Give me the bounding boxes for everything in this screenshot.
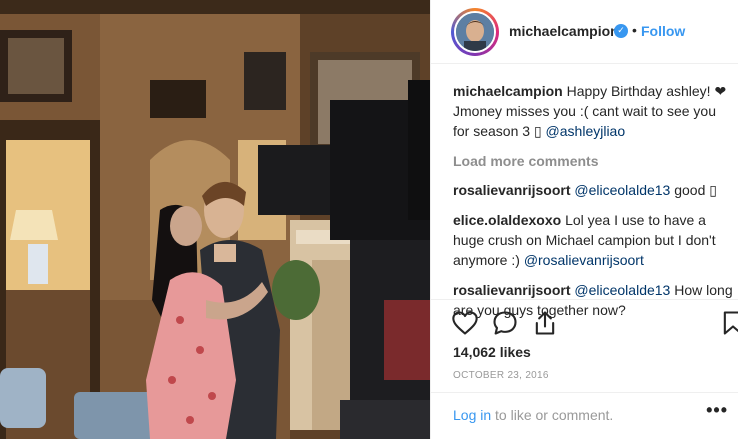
- comment-username[interactable]: elice.olaldexoxo: [453, 212, 561, 228]
- post-side-panel: michaelcampion ✓ • Follow michaelcampion…: [430, 0, 738, 439]
- comment-icon[interactable]: [491, 309, 519, 337]
- post-date: OCTOBER 23, 2016: [453, 370, 549, 381]
- more-options-icon[interactable]: •••: [706, 400, 728, 421]
- post-username[interactable]: michaelcampion: [509, 23, 619, 39]
- follow-button[interactable]: Follow: [641, 23, 685, 39]
- action-bar: [451, 307, 738, 339]
- comment-item: rosalievanrijsoort @eliceolalde13 good ▯: [453, 180, 733, 200]
- caption-mention[interactable]: @ashleyjliao: [546, 123, 626, 139]
- verified-badge-icon: ✓: [614, 24, 628, 38]
- avatar[interactable]: [451, 8, 499, 56]
- post-header: michaelcampion ✓ • Follow: [431, 0, 738, 64]
- login-prompt-text: to like or comment.: [495, 407, 614, 423]
- login-link[interactable]: Log in: [453, 407, 491, 423]
- login-prompt: Log in to like or comment.: [453, 407, 613, 423]
- divider: [431, 299, 738, 300]
- comment-username[interactable]: rosalievanrijsoort: [453, 182, 571, 198]
- caption: michaelcampion Happy Birthday ashley! ❤ …: [453, 81, 733, 141]
- comment-mention[interactable]: @eliceolalde13: [574, 182, 670, 198]
- avatar-portrait-icon: [456, 13, 494, 51]
- comment-username[interactable]: rosalievanrijsoort: [453, 282, 571, 298]
- share-icon[interactable]: [531, 309, 559, 337]
- comments-list: michaelcampion Happy Birthday ashley! ❤ …: [453, 81, 733, 330]
- comment-text: good ▯: [674, 182, 717, 198]
- comment-item: elice.olaldexoxo Lol yea I use to have a…: [453, 210, 733, 270]
- bookmark-icon[interactable]: [719, 309, 738, 337]
- caption-username[interactable]: michaelcampion: [453, 83, 563, 99]
- likes-count[interactable]: 14,062 likes: [453, 344, 531, 360]
- avatar-image: [454, 11, 496, 53]
- heart-icon[interactable]: [451, 309, 479, 337]
- post-photo[interactable]: [0, 0, 430, 439]
- separator-dot: •: [632, 22, 637, 38]
- load-more-comments-button[interactable]: Load more comments: [453, 151, 733, 171]
- photo-scene: [0, 0, 430, 439]
- comment-mention[interactable]: @rosalievanrijsoort: [524, 252, 644, 268]
- comment-mention[interactable]: @eliceolalde13: [574, 282, 670, 298]
- divider: [431, 392, 738, 393]
